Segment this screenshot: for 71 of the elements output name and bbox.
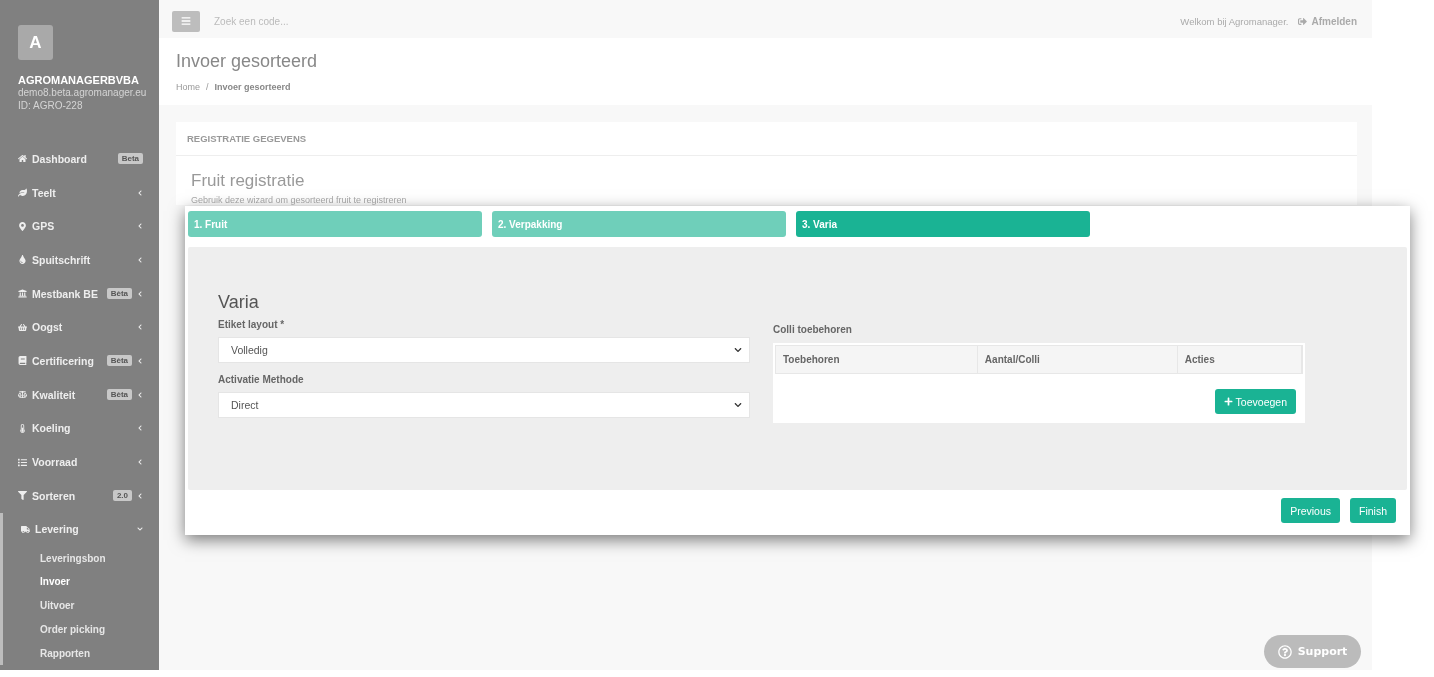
leaf-icon bbox=[18, 188, 27, 198]
sign-out-icon bbox=[1298, 16, 1308, 26]
sidebar-item[interactable]: Spuitschrift bbox=[0, 243, 159, 277]
list-icon bbox=[18, 457, 27, 467]
avatar: A bbox=[18, 25, 53, 60]
breadcrumb-link[interactable]: Home bbox=[176, 82, 200, 92]
sidebar-item[interactable]: Mestbank BE Bèta bbox=[0, 276, 159, 311]
sidebar-item[interactable]: Kwaliteit Bèta bbox=[0, 377, 159, 412]
support-button[interactable]: Support bbox=[1264, 635, 1361, 668]
menu-badge: 2.0 bbox=[112, 490, 132, 502]
field-label: Colli toebehoren bbox=[773, 324, 853, 335]
bank-icon bbox=[18, 289, 27, 299]
truck-icon bbox=[21, 524, 30, 534]
select-field[interactable]: Direct bbox=[218, 392, 750, 418]
submenu-item[interactable]: Uitvoer bbox=[3, 593, 159, 618]
company-name: AGROMANAGERBVBA bbox=[18, 74, 140, 86]
sidebar-item[interactable]: Dashboard Beta bbox=[0, 142, 159, 176]
search-field[interactable]: Zoek een code... bbox=[212, 14, 512, 28]
menu-badge: Bèta bbox=[106, 389, 132, 401]
section-title: Varia bbox=[218, 292, 260, 313]
menu-button[interactable] bbox=[172, 10, 200, 32]
previous-button[interactable]: Previous bbox=[1281, 498, 1340, 523]
welcome-text: Welkom bij Agromanager. bbox=[1180, 15, 1289, 27]
sidebar-item[interactable]: Sorteren 2.0 bbox=[0, 478, 159, 513]
submenu-item[interactable]: Leveringsbon bbox=[3, 546, 159, 571]
menu-badge: Beta bbox=[117, 153, 143, 165]
submenu-item[interactable]: Order picking bbox=[3, 617, 159, 642]
card-title: Fruit registratie bbox=[190, 170, 306, 192]
chevron-down-icon bbox=[734, 401, 742, 409]
column-header: Toebehoren bbox=[776, 346, 978, 373]
submenu-item[interactable]: Invoer bbox=[3, 570, 159, 594]
select-field[interactable]: Volledig bbox=[218, 337, 750, 363]
scale-icon bbox=[18, 390, 27, 400]
domain: demo8.beta.agromanager.eu bbox=[18, 86, 148, 99]
field-label: Activatie Methode bbox=[218, 374, 305, 385]
menu-badge: Bèta bbox=[106, 288, 132, 300]
wizard-step[interactable]: 2. Verpakking bbox=[492, 211, 786, 237]
menu-icon bbox=[181, 16, 191, 26]
wizard-step[interactable]: 1. Fruit bbox=[188, 211, 482, 237]
basket-icon bbox=[18, 322, 27, 332]
submenu-item[interactable]: Rapporten bbox=[3, 641, 159, 666]
sidebar-item[interactable]: Oogst bbox=[0, 310, 159, 345]
sidebar-item[interactable]: Voorraad bbox=[0, 445, 159, 479]
drop-icon bbox=[18, 255, 27, 265]
column-header: Aantal/Colli bbox=[977, 346, 1178, 373]
book-icon bbox=[18, 356, 27, 366]
home-icon bbox=[18, 154, 27, 164]
help-icon bbox=[1277, 644, 1292, 659]
page-title: Invoer gesorteerd bbox=[176, 51, 319, 72]
chevron-down-icon bbox=[734, 346, 742, 354]
sidebar-item[interactable]: Levering bbox=[3, 512, 159, 547]
thermometer-icon bbox=[18, 423, 27, 433]
logout-link[interactable]: Afmelden bbox=[1298, 15, 1357, 27]
finish-button[interactable]: Finish bbox=[1350, 498, 1396, 523]
breadcrumb-link[interactable]: Invoer gesorteerd bbox=[214, 82, 291, 92]
filter-icon bbox=[18, 491, 27, 501]
sidebar-item[interactable]: GPS bbox=[0, 209, 159, 244]
sidebar-item[interactable]: Certificering Bèta bbox=[0, 344, 159, 378]
map-pin-icon bbox=[18, 221, 27, 231]
sidebar-item[interactable]: Koeling bbox=[0, 411, 159, 446]
account-id: ID: AGRO-228 bbox=[18, 99, 84, 112]
sidebar-item[interactable]: Teelt bbox=[0, 175, 159, 210]
breadcrumb-separator: / bbox=[206, 82, 209, 92]
wizard-step[interactable]: 3. Varia bbox=[796, 211, 1090, 237]
menu-badge: Bèta bbox=[106, 355, 132, 367]
field-label: Etiket layout * bbox=[218, 319, 286, 330]
card-header: REGISTRATIE GEGEVENS bbox=[176, 122, 1357, 156]
plus-icon bbox=[1223, 397, 1233, 406]
column-header: Acties bbox=[1177, 346, 1302, 373]
card-subtitle: Gebruik deze wizard om gesorteerd fruit te registreren bbox=[190, 195, 408, 205]
add-button[interactable]: Toevoegen bbox=[1214, 389, 1296, 414]
